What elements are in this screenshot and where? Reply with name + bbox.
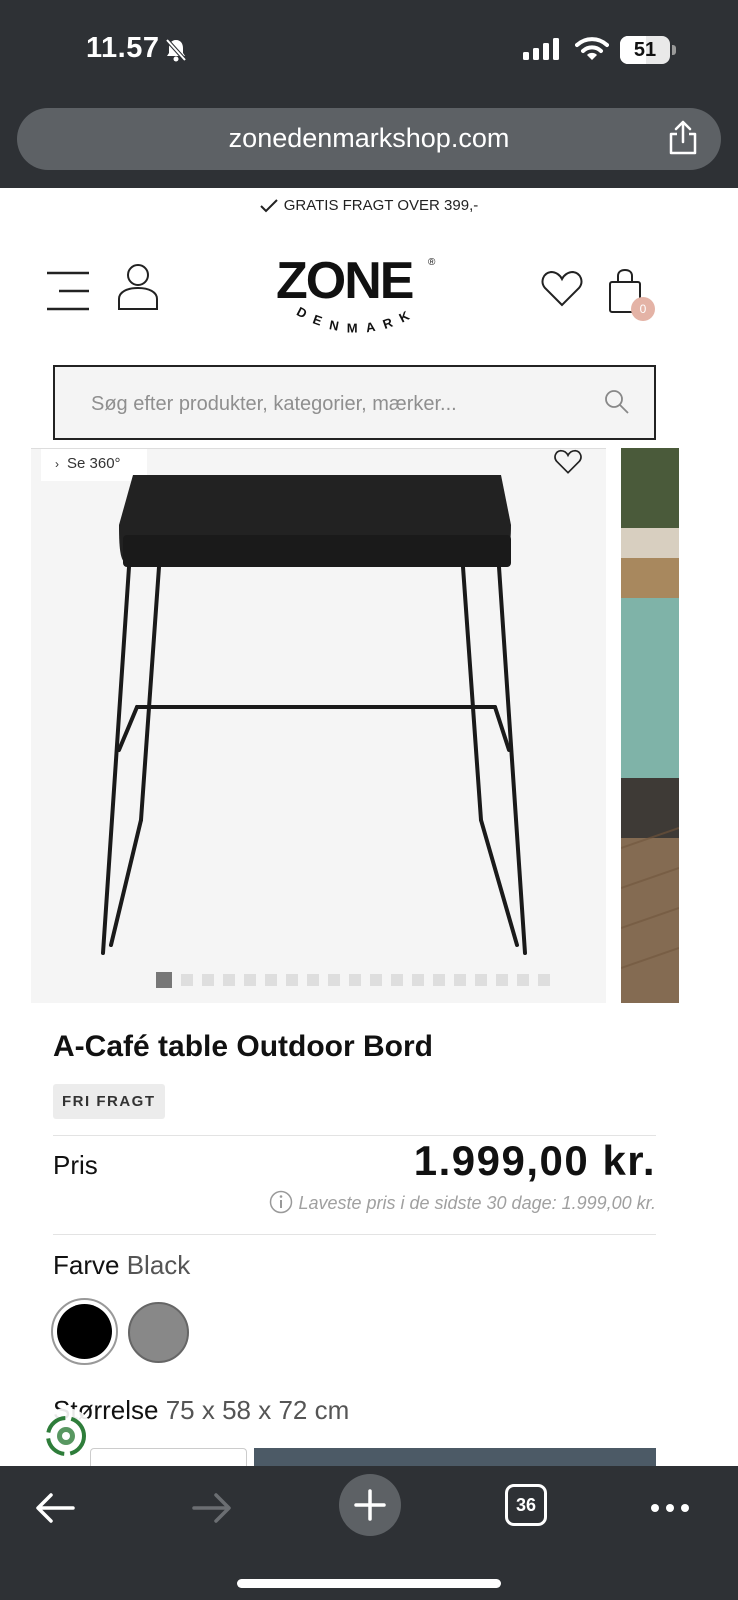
shipping-text: GRATIS FRAGT OVER 399,- — [283, 197, 479, 214]
back-arrow-icon[interactable] — [35, 1492, 75, 1529]
share-icon[interactable] — [667, 120, 699, 161]
battery-tip — [672, 45, 676, 55]
status-time: 11.57 — [86, 32, 160, 64]
browser-bottom-toolbar: 36 — [0, 1466, 738, 1600]
cart-count-badge: 0 — [631, 297, 655, 321]
free-shipping-badge: FRI FRAGT — [53, 1084, 165, 1119]
product-title: A-Café table Outdoor Bord — [53, 1030, 433, 1063]
eco-badge-icon[interactable] — [38, 1408, 94, 1464]
search-icon[interactable] — [604, 389, 630, 420]
divider — [53, 1234, 656, 1235]
forward-arrow-icon[interactable] — [192, 1492, 232, 1529]
gallery-dot[interactable] — [412, 974, 424, 986]
gallery-dot[interactable] — [433, 974, 445, 986]
browser-top-bar: 11.57 51 zonedenmarkshop.com — [0, 0, 738, 188]
gallery-pagination[interactable] — [156, 972, 550, 988]
gallery-dot[interactable] — [202, 974, 214, 986]
gallery-dot[interactable] — [391, 974, 403, 986]
account-icon[interactable] — [117, 263, 159, 316]
svg-text:DENMARK: DENMARK — [294, 304, 419, 336]
gallery-dot[interactable] — [538, 974, 550, 986]
gallery-dot[interactable] — [265, 974, 277, 986]
chevron-right-icon: › — [55, 457, 59, 471]
search-placeholder: Søg efter produkter, kategorier, mærker.… — [91, 393, 457, 415]
gallery-dot[interactable] — [223, 974, 235, 986]
address-bar[interactable]: zonedenmarkshop.com — [17, 108, 721, 170]
view-360-label: Se 360° — [67, 455, 121, 472]
cellular-signal-icon — [523, 38, 561, 65]
gallery-dot[interactable] — [517, 974, 529, 986]
registered-mark: ® — [428, 257, 436, 268]
shipping-banner: GRATIS FRAGT OVER 399,- — [0, 197, 738, 214]
battery-level: 51 — [633, 39, 657, 61]
color-swatch-black[interactable] — [51, 1298, 118, 1365]
lowest-price-text: Laveste pris i de sidste 30 dage: 1.999,… — [298, 1193, 656, 1213]
color-swatch-grey[interactable] — [128, 1302, 189, 1363]
battery-icon: 51 — [620, 36, 670, 64]
zone-denmark-logo[interactable]: ZONE ® DENMARK — [272, 255, 442, 345]
wishlist-heart-icon[interactable] — [541, 270, 583, 313]
product-price: 1.999,00 kr. — [413, 1137, 656, 1184]
gallery-dot[interactable] — [454, 974, 466, 986]
poolside-photo — [621, 448, 679, 1003]
tabs-count-button[interactable]: 36 — [505, 1484, 547, 1526]
swatch-fill — [57, 1304, 112, 1359]
gallery-dot[interactable] — [328, 974, 340, 986]
product-image-gallery[interactable]: › Se 360° — [31, 448, 606, 1003]
address-url: zonedenmarkshop.com — [228, 123, 510, 153]
gallery-dot[interactable] — [475, 974, 487, 986]
size-row: Størrelse 75 x 58 x 72 cm — [53, 1395, 349, 1426]
wifi-icon — [575, 36, 609, 67]
hamburger-menu-icon[interactable] — [47, 270, 89, 317]
lowest-price-note: Laveste pris i de sidste 30 dage: 1.999,… — [269, 1190, 656, 1214]
logo-arc-denmark: DENMARK — [294, 304, 419, 336]
gallery-dot[interactable] — [156, 972, 172, 988]
home-indicator — [237, 1579, 501, 1588]
check-icon — [260, 199, 278, 213]
divider — [53, 1135, 656, 1136]
product-photo-black-table — [101, 475, 527, 955]
selected-color-value: Black — [126, 1250, 191, 1280]
search-input[interactable]: Søg efter produkter, kategorier, mærker.… — [53, 365, 656, 440]
gallery-dot[interactable] — [181, 974, 193, 986]
color-selector-label: Farve Black — [53, 1250, 190, 1281]
plus-icon — [354, 1489, 386, 1521]
gallery-wishlist-heart-icon[interactable] — [554, 449, 582, 480]
gallery-dot[interactable] — [370, 974, 382, 986]
gallery-dot[interactable] — [496, 974, 508, 986]
size-value: 75 x 58 x 72 cm — [165, 1395, 350, 1425]
next-gallery-image-lifestyle-photo[interactable] — [621, 448, 679, 1003]
silent-bell-icon — [165, 38, 187, 67]
gallery-dot[interactable] — [349, 974, 361, 986]
price-label: Pris — [53, 1150, 98, 1180]
quantity-stepper[interactable] — [90, 1448, 247, 1468]
gallery-dot[interactable] — [286, 974, 298, 986]
color-label: Farve — [53, 1250, 120, 1280]
gallery-dot[interactable] — [244, 974, 256, 986]
add-to-cart-button[interactable] — [254, 1448, 656, 1468]
info-icon[interactable] — [269, 1190, 293, 1214]
gallery-dot[interactable] — [307, 974, 319, 986]
more-options-icon[interactable] — [650, 1500, 690, 1518]
new-tab-plus-button[interactable] — [339, 1474, 401, 1536]
